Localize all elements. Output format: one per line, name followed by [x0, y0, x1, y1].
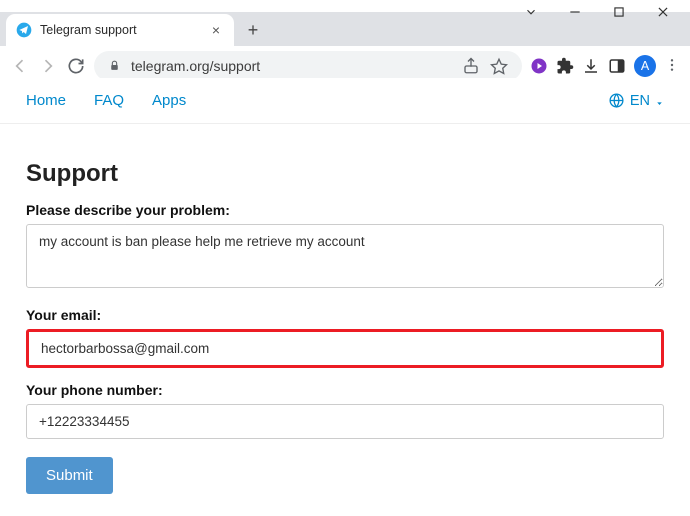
caret-down-icon — [655, 96, 664, 105]
content: Support Please describe your problem: Yo… — [0, 124, 690, 516]
bookmark-star-icon[interactable] — [490, 57, 508, 75]
kebab-menu-icon[interactable] — [664, 57, 680, 75]
nav-link-faq[interactable]: FAQ — [94, 92, 124, 109]
extension-play-icon[interactable] — [530, 57, 548, 75]
nav-link-home[interactable]: Home — [26, 92, 66, 109]
lock-icon — [108, 59, 121, 72]
phone-field[interactable] — [26, 404, 664, 439]
side-panel-icon[interactable] — [608, 57, 626, 75]
maximize-icon[interactable] — [612, 5, 626, 19]
language-label: EN — [630, 93, 650, 109]
share-icon[interactable] — [462, 57, 480, 75]
forward-button[interactable] — [38, 56, 58, 76]
new-tab-button[interactable]: + — [240, 17, 266, 43]
close-window-icon[interactable] — [656, 5, 670, 19]
chevron-down-icon[interactable] — [524, 5, 538, 19]
phone-label: Your phone number: — [26, 382, 664, 398]
language-picker[interactable]: EN — [608, 92, 664, 109]
minimize-icon[interactable] — [568, 5, 582, 19]
nav-link-apps[interactable]: Apps — [152, 92, 186, 109]
site-nav: Home FAQ Apps EN — [0, 78, 690, 124]
page-title: Support — [26, 160, 664, 188]
telegram-favicon-icon — [16, 22, 32, 38]
reload-button[interactable] — [66, 56, 86, 76]
profile-initial: A — [641, 59, 649, 73]
submit-button[interactable]: Submit — [26, 457, 113, 494]
globe-icon — [608, 92, 625, 109]
problem-label: Please describe your problem: — [26, 202, 664, 218]
tab-title: Telegram support — [40, 23, 200, 37]
back-button[interactable] — [10, 56, 30, 76]
problem-textarea[interactable] — [26, 224, 664, 288]
profile-avatar[interactable]: A — [634, 55, 656, 77]
url-text: telegram.org/support — [131, 58, 452, 74]
extensions-puzzle-icon[interactable] — [556, 57, 574, 75]
tab-telegram-support[interactable]: Telegram support × — [6, 14, 234, 46]
downloads-icon[interactable] — [582, 57, 600, 75]
address-bar[interactable]: telegram.org/support — [94, 51, 522, 81]
viewport: Home FAQ Apps EN Support Please describe… — [0, 78, 690, 516]
tab-strip: Telegram support × + — [0, 12, 690, 46]
email-field[interactable] — [26, 329, 664, 368]
email-label: Your email: — [26, 307, 664, 323]
tab-close-icon[interactable]: × — [208, 22, 224, 38]
